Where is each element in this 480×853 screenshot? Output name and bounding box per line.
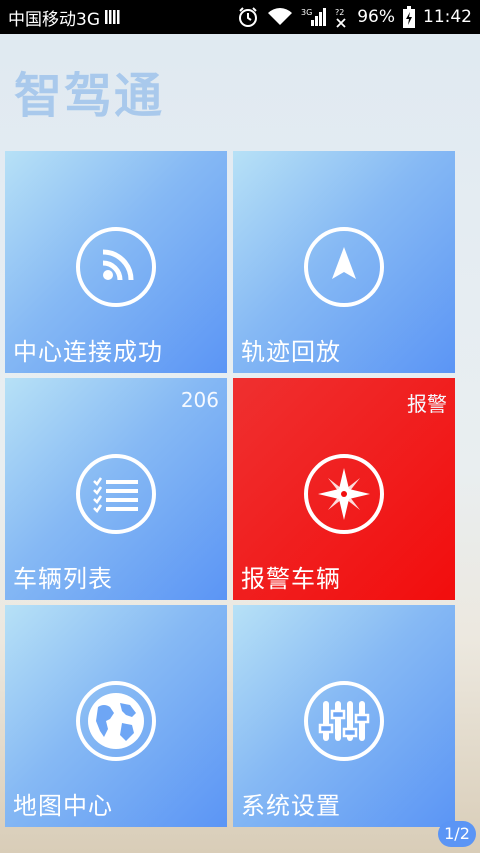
vehicle-count-badge: 206 — [180, 388, 219, 412]
globe-icon — [76, 681, 156, 761]
no-sim-icon: ?2 — [335, 8, 346, 28]
tile-vehicle-list[interactable]: 206 车辆列表 — [5, 378, 227, 600]
status-bar: 中国移动3G 3G ?2 96% 11:42 — [0, 0, 480, 34]
alarm-badge: 报警 — [407, 392, 447, 416]
svg-text:?2: ?2 — [335, 8, 344, 17]
battery-percent: 96% — [357, 7, 395, 27]
navigation-arrow-icon — [304, 227, 384, 307]
tile-map-center[interactable]: 地图中心 — [5, 605, 227, 827]
svg-text:3G: 3G — [301, 8, 312, 17]
list-icon — [76, 454, 156, 534]
tile-label: 系统设置 — [241, 792, 341, 820]
tile-label: 轨迹回放 — [241, 338, 341, 366]
compass-star-icon — [304, 454, 384, 534]
tile-label: 报警车辆 — [241, 565, 341, 593]
app-title: 智驾通 — [14, 68, 165, 124]
battery-charging-icon — [403, 6, 415, 28]
tile-label: 车辆列表 — [13, 565, 113, 593]
cellular-signal-icon: 3G — [301, 8, 327, 26]
tile-alarm-vehicles[interactable]: 报警 报警车辆 — [233, 378, 455, 600]
wifi-icon — [268, 8, 293, 25]
rss-icon — [76, 227, 156, 307]
sliders-icon — [304, 681, 384, 761]
page-indicator[interactable]: 1/2 — [438, 821, 476, 847]
alarm-clock-icon — [239, 7, 258, 27]
carrier-label: 中国移动3G — [8, 9, 100, 30]
tile-label: 地图中心 — [13, 792, 113, 820]
tile-system-settings[interactable]: 系统设置 — [233, 605, 455, 827]
tile-label: 中心连接成功 — [13, 338, 163, 366]
signal-bars-icon — [105, 10, 120, 24]
tile-track-playback[interactable]: 轨迹回放 — [233, 151, 455, 373]
tile-center-connection[interactable]: 中心连接成功 — [5, 151, 227, 373]
clock-time: 11:42 — [423, 7, 472, 27]
